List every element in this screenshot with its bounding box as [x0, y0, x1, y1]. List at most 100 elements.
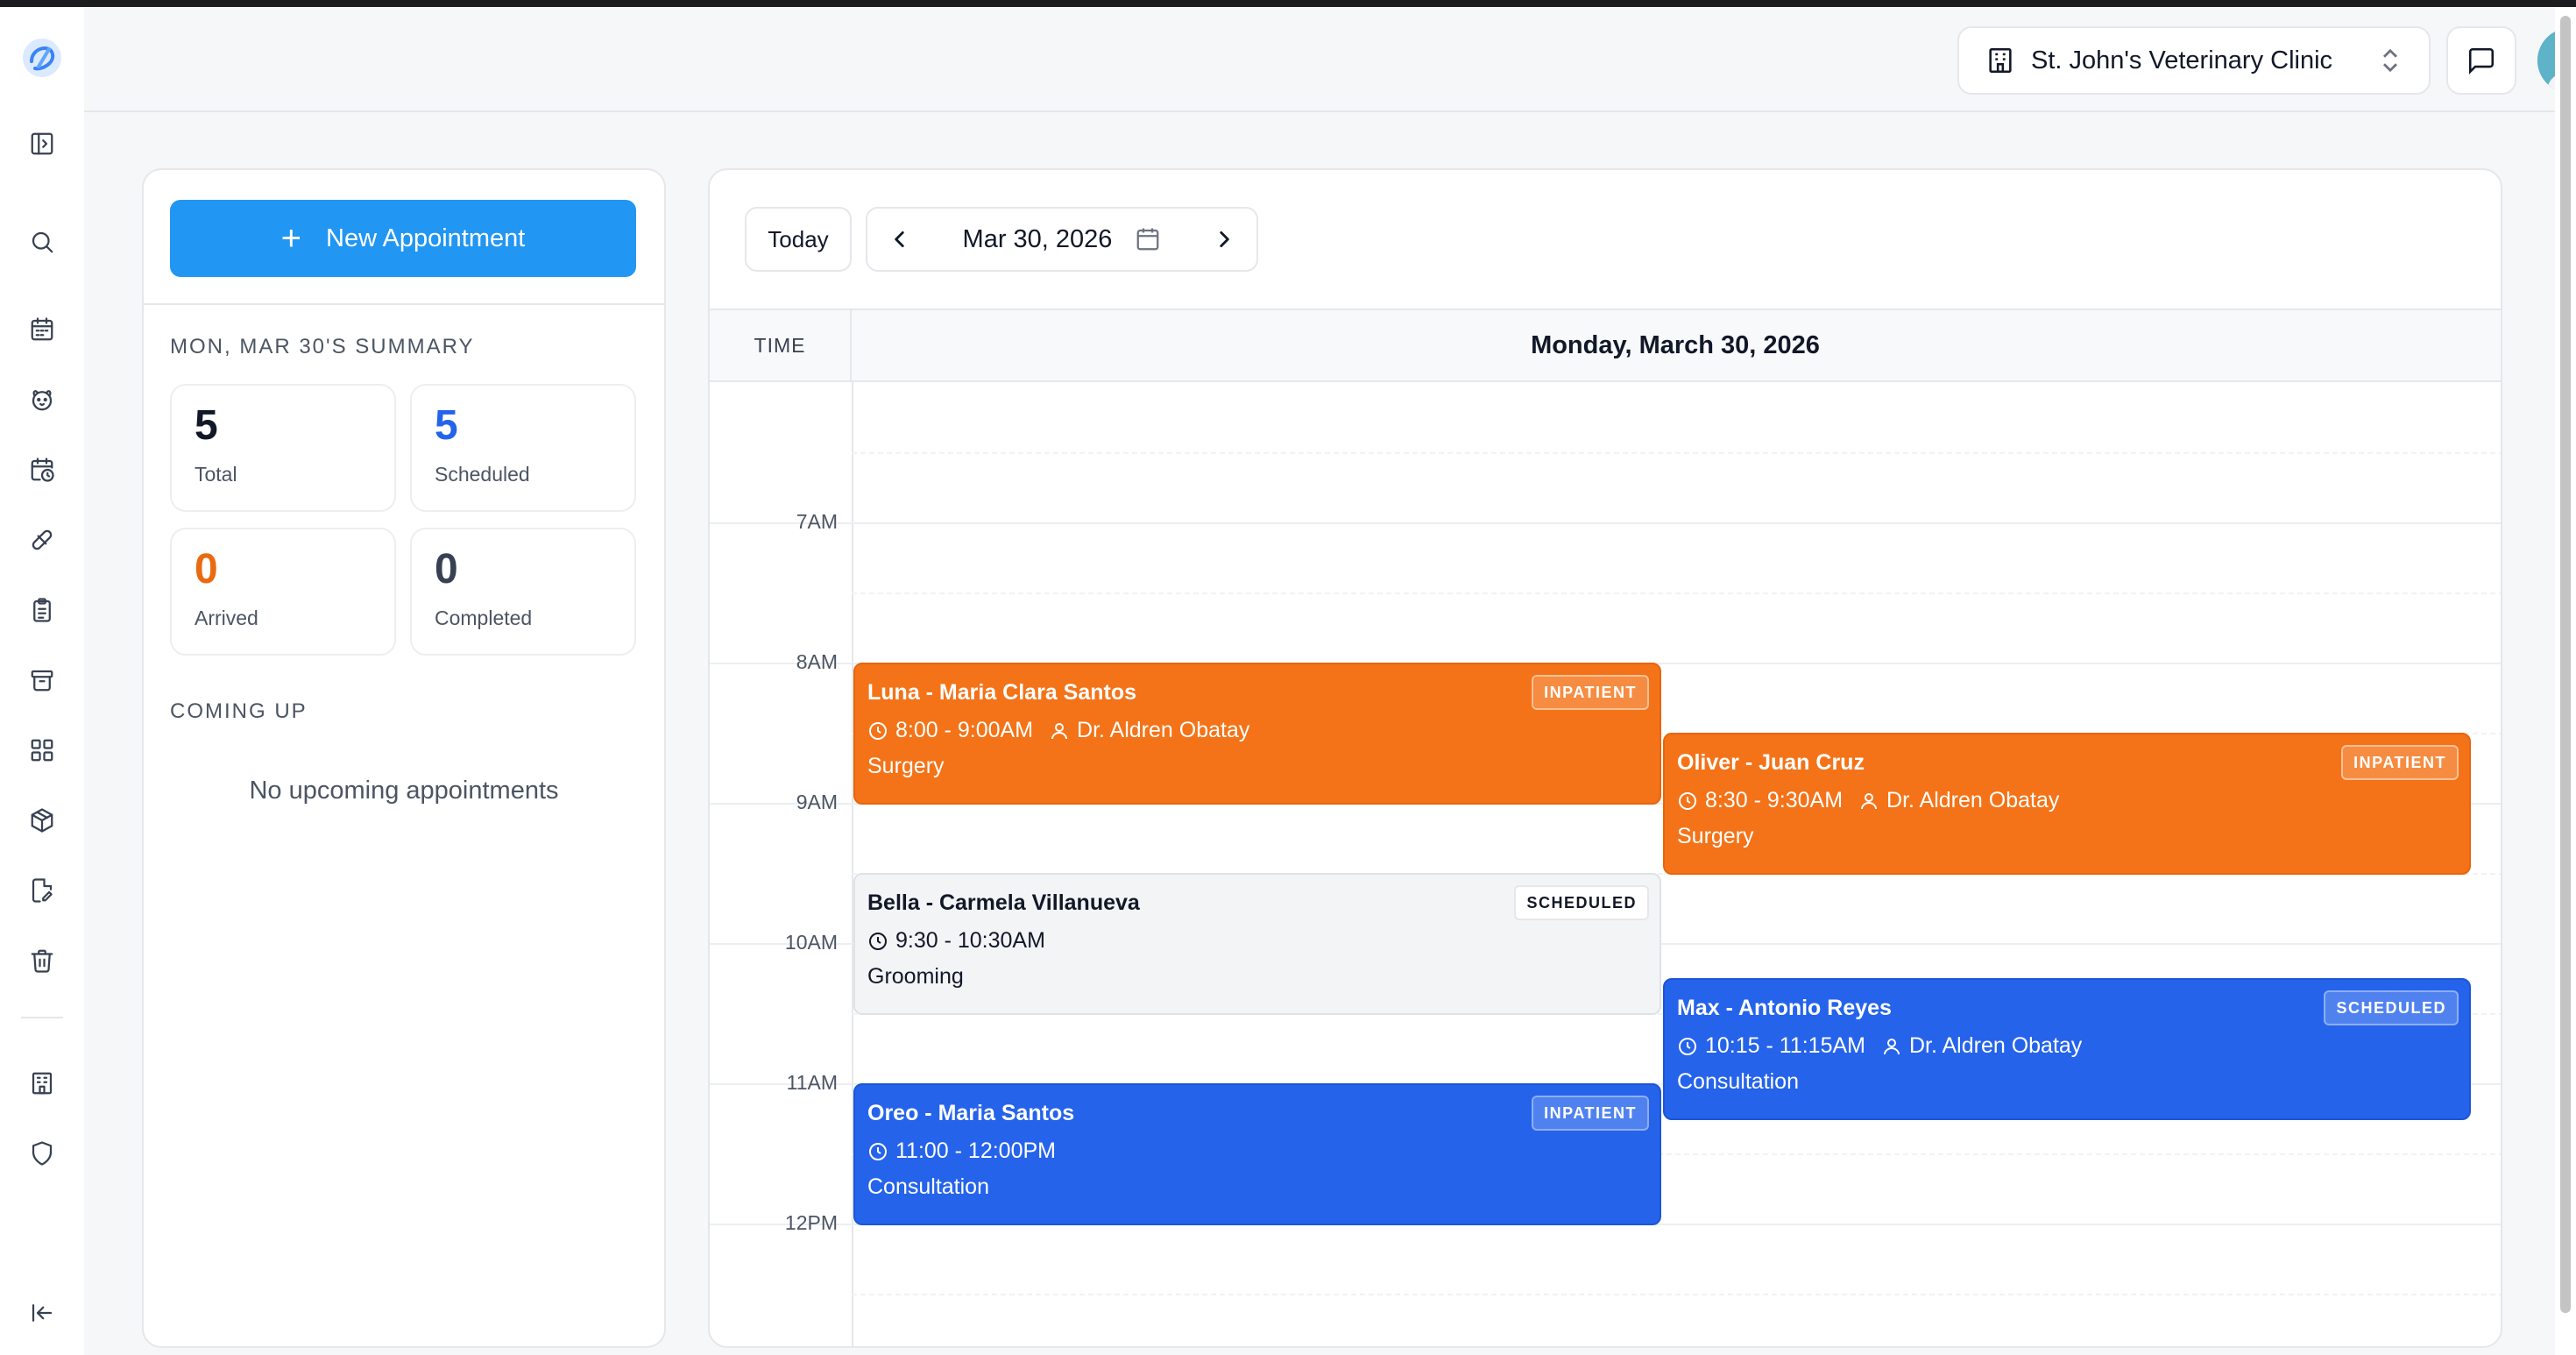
- clock-icon: [1679, 1037, 1696, 1055]
- hour-label: 9AM: [796, 791, 838, 813]
- panel-divider: [144, 303, 664, 305]
- status-badge: INPATIENT: [1532, 1096, 1649, 1131]
- pill-icon[interactable]: [25, 522, 60, 557]
- calendar-icon: [1137, 228, 1159, 251]
- half-hour-line: [852, 592, 2501, 594]
- appointment-time: 9:30 - 10:30AM: [895, 928, 1045, 953]
- calendar-header-row: TIME Monday, March 30, 2026: [710, 310, 2501, 382]
- user-icon: [1051, 722, 1068, 739]
- appointment-service: Consultation: [1677, 1069, 1799, 1094]
- appointment-doctor: Dr. Aldren Obatay: [1908, 1033, 2083, 1058]
- new-appointment-button[interactable]: + New Appointment: [170, 200, 636, 277]
- today-button[interactable]: Today: [745, 207, 852, 272]
- appointment-details: 8:30 - 9:30AM Dr. Aldren Obatay: [1677, 788, 2457, 813]
- clock-icon: [869, 932, 887, 950]
- search-icon[interactable]: [25, 224, 60, 259]
- stat-value: 0: [435, 546, 458, 592]
- scrollbar-thumb[interactable]: [2560, 16, 2571, 1313]
- half-hour-line: [852, 452, 2501, 454]
- status-badge: SCHEDULED: [2324, 990, 2459, 1025]
- prev-day-button[interactable]: [867, 209, 932, 270]
- chevrons-up-down-icon: [2378, 46, 2403, 75]
- stat-value: 5: [195, 402, 218, 449]
- appointment-details: 11:00 - 12:00PM: [867, 1139, 1647, 1164]
- date-navigator: Mar 30, 2026: [866, 207, 1258, 272]
- hour-label: 10AM: [784, 931, 838, 954]
- appointment-time: 8:00 - 9:00AM: [895, 718, 1034, 742]
- page-scrollbar[interactable]: [2555, 7, 2576, 1355]
- pet-icon[interactable]: [25, 382, 60, 417]
- messages-button[interactable]: [2446, 26, 2516, 95]
- new-appointment-label: New Appointment: [326, 223, 526, 252]
- stat-card-scheduled: 5 Scheduled: [410, 384, 636, 512]
- appointment-card[interactable]: Luna - Maria Clara Santos 8:00 - 9:00AM …: [853, 663, 1661, 805]
- grid-icon[interactable]: [25, 733, 60, 768]
- clipboard-icon[interactable]: [25, 592, 60, 628]
- appointment-card[interactable]: Oliver - Juan Cruz 8:30 - 9:30AM Dr. Ald…: [1663, 733, 2471, 875]
- hour-label: 11AM: [786, 1071, 838, 1094]
- appointment-details: 9:30 - 10:30AM: [867, 928, 1647, 954]
- stat-label: Total: [195, 463, 237, 486]
- window-top-strip: [0, 0, 2576, 7]
- file-edit-icon[interactable]: [25, 873, 60, 908]
- appointment-doctor: Dr. Aldren Obatay: [1077, 718, 1250, 742]
- appointment-card[interactable]: Bella - Carmela Villanueva 9:30 - 10:30A…: [853, 873, 1661, 1015]
- stat-card-completed: 0 Completed: [410, 528, 636, 656]
- calendar-panel: Today Mar 30, 2026 TIME Monday, March 30…: [708, 168, 2502, 1348]
- current-date: Mar 30, 2026: [962, 224, 1113, 253]
- top-header: St. John's Veterinary Clinic: [84, 7, 2576, 112]
- date-picker[interactable]: Mar 30, 2026: [932, 225, 1192, 254]
- app-logo-icon[interactable]: [19, 35, 65, 81]
- chevron-right-icon: [1220, 231, 1229, 247]
- clinic-selector[interactable]: St. John's Veterinary Clinic: [1957, 26, 2431, 95]
- appointment-time: 11:00 - 12:00PM: [895, 1139, 1056, 1163]
- clock-icon: [869, 721, 887, 740]
- sidebar-toggle-icon[interactable]: [25, 126, 60, 161]
- message-square-icon: [2468, 47, 2495, 74]
- status-badge: INPATIENT: [2341, 745, 2459, 780]
- archive-icon[interactable]: [25, 663, 60, 698]
- coming-up-title: COMING UP: [170, 699, 308, 723]
- hour-label: 7AM: [796, 510, 838, 533]
- appointment-card[interactable]: Oreo - Maria Santos 11:00 - 12:00PM Cons…: [853, 1083, 1661, 1225]
- appointment-time: 8:30 - 9:30AM: [1705, 788, 1844, 812]
- appointment-card[interactable]: Max - Antonio Reyes 10:15 - 11:15AM Dr. …: [1663, 978, 2471, 1120]
- building-icon[interactable]: [25, 1066, 60, 1101]
- sidebar: [0, 7, 84, 1355]
- sidebar-divider: [21, 1017, 63, 1018]
- appointment-time: 10:15 - 11:15AM: [1705, 1033, 1865, 1058]
- collapse-sidebar-icon[interactable]: [25, 1295, 60, 1330]
- clinic-name: St. John's Veterinary Clinic: [2031, 46, 2333, 74]
- appointment-details: 10:15 - 11:15AM Dr. Aldren Obatay: [1677, 1033, 2457, 1059]
- day-column-header: Monday, March 30, 2026: [1531, 330, 1820, 359]
- no-upcoming-message: No upcoming appointments: [249, 777, 559, 805]
- trash-icon[interactable]: [25, 943, 60, 978]
- hour-line: [710, 522, 2501, 524]
- stat-value: 5: [435, 402, 458, 449]
- appointment-title: Oliver - Juan Cruz: [1677, 750, 1865, 775]
- stat-label: Arrived: [195, 607, 258, 629]
- user-icon: [1861, 792, 1878, 809]
- calendar-icon[interactable]: [25, 312, 60, 347]
- stat-value: 0: [195, 546, 218, 592]
- summary-title: MON, MAR 30'S SUMMARY: [170, 335, 475, 358]
- time-column-header: TIME: [710, 310, 852, 380]
- summary-panel: + New Appointment MON, MAR 30'S SUMMARY …: [142, 168, 666, 1348]
- appointment-details: 8:00 - 9:00AM Dr. Aldren Obatay: [867, 718, 1647, 743]
- plus-icon: +: [280, 219, 302, 258]
- appointment-doctor: Dr. Aldren Obatay: [1886, 788, 2060, 812]
- building-icon: [1985, 46, 2015, 75]
- status-badge: SCHEDULED: [1514, 885, 1649, 920]
- next-day-button[interactable]: [1192, 209, 1256, 270]
- calendar-clock-icon[interactable]: [25, 452, 60, 487]
- shield-icon[interactable]: [25, 1136, 60, 1171]
- package-icon[interactable]: [25, 803, 60, 838]
- clock-icon: [869, 1142, 887, 1160]
- appointment-title: Luna - Maria Clara Santos: [867, 680, 1137, 705]
- appointment-service: Surgery: [1677, 824, 1754, 848]
- hour-label: 8AM: [796, 650, 838, 673]
- appointment-title: Oreo - Maria Santos: [867, 1101, 1075, 1125]
- clock-icon: [1679, 791, 1696, 810]
- stat-card-total: 5 Total: [170, 384, 396, 512]
- user-icon: [1883, 1038, 1900, 1054]
